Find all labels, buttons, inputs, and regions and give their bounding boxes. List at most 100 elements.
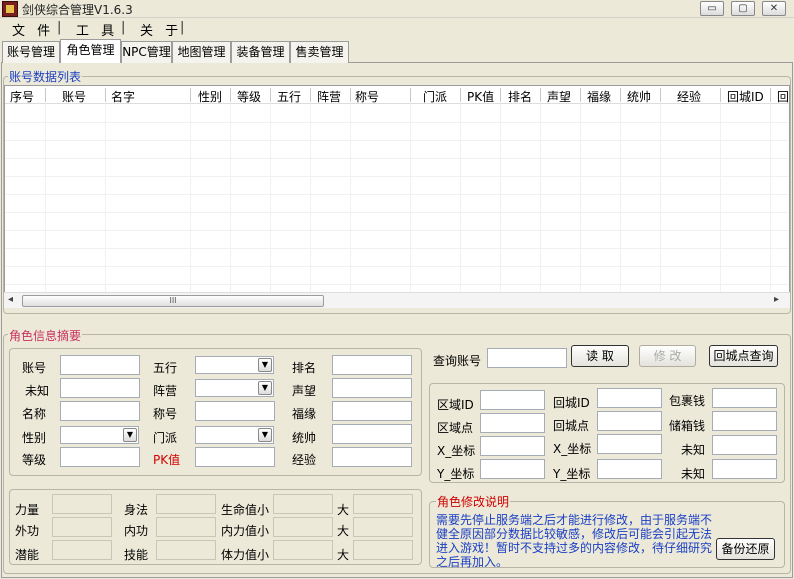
bag-money-field[interactable]: [712, 388, 777, 408]
gender-select[interactable]: ▼: [60, 426, 139, 444]
pk-value-field[interactable]: [195, 447, 275, 467]
reputation-field[interactable]: [332, 378, 412, 398]
mp-min-field[interactable]: [273, 517, 333, 537]
chevron-down-icon[interactable]: ▼: [258, 428, 272, 442]
column-divider[interactable]: [580, 88, 581, 102]
column-divider[interactable]: [620, 88, 621, 102]
tab-map-management[interactable]: 地图管理: [172, 41, 231, 63]
close-button[interactable]: ✕: [762, 1, 786, 16]
column-header[interactable]: 回: [777, 88, 789, 105]
column-divider[interactable]: [500, 88, 501, 102]
x-coordinate-field[interactable]: [480, 436, 545, 456]
nickname-field[interactable]: [195, 401, 275, 421]
scroll-right-arrow-icon[interactable]: ▸: [774, 294, 779, 305]
experience-field[interactable]: [332, 447, 412, 467]
potential-field[interactable]: [52, 540, 112, 560]
column-divider[interactable]: [105, 88, 106, 102]
menu-separator: |: [57, 20, 62, 35]
query-account-field[interactable]: [487, 348, 567, 368]
area-id-field[interactable]: [480, 390, 545, 410]
backup-restore-button[interactable]: 备份还原: [716, 538, 775, 560]
column-header[interactable]: 性别: [198, 88, 222, 105]
column-divider[interactable]: [190, 88, 191, 102]
hp-min-field[interactable]: [273, 494, 333, 514]
modify-button[interactable]: 修 改: [639, 345, 696, 367]
tab-account-management[interactable]: 账号管理: [2, 41, 60, 63]
column-header[interactable]: 账号: [62, 88, 86, 105]
column-header[interactable]: 统帅: [627, 88, 651, 105]
column-header[interactable]: 阵营: [317, 88, 341, 105]
menu-file[interactable]: 文 件: [12, 20, 54, 39]
horizontal-scrollbar[interactable]: ◂ III ▸: [4, 292, 790, 308]
column-header[interactable]: 五行: [277, 88, 301, 105]
leadership-field[interactable]: [332, 424, 412, 444]
column-header[interactable]: 回城ID: [727, 88, 764, 105]
y-coordinate-field[interactable]: [480, 459, 545, 479]
column-divider[interactable]: [350, 88, 351, 102]
column-divider[interactable]: [410, 88, 411, 102]
stamina-max-field[interactable]: [353, 540, 413, 560]
return-y-coordinate-field[interactable]: [597, 459, 662, 479]
level-field[interactable]: [60, 447, 140, 467]
camp-select[interactable]: ▼: [195, 379, 274, 397]
column-divider[interactable]: [660, 88, 661, 102]
column-header[interactable]: 声望: [547, 88, 571, 105]
external-skill-field[interactable]: [52, 517, 112, 537]
return-x-coordinate-field[interactable]: [597, 434, 662, 454]
column-divider[interactable]: [460, 88, 461, 102]
mp-max-field[interactable]: [353, 517, 413, 537]
column-divider[interactable]: [770, 88, 771, 102]
column-header[interactable]: 排名: [508, 88, 532, 105]
maximize-button[interactable]: ▢: [731, 1, 755, 16]
tab-equipment-management[interactable]: 装备管理: [231, 41, 290, 63]
column-header[interactable]: PK值: [467, 88, 494, 105]
tab-npc-management[interactable]: NPC管理: [121, 41, 172, 63]
read-button[interactable]: 读 取: [571, 345, 629, 367]
hp-max-field[interactable]: [353, 494, 413, 514]
five-elements-select[interactable]: ▼: [195, 356, 274, 374]
column-divider[interactable]: [270, 88, 271, 102]
column-header[interactable]: 经验: [677, 88, 701, 105]
storage-money-field[interactable]: [712, 411, 777, 431]
minimize-button[interactable]: ▭: [700, 1, 724, 16]
chevron-down-icon[interactable]: ▼: [258, 358, 272, 372]
tab-sales-management[interactable]: 售卖管理: [290, 41, 349, 63]
column-divider[interactable]: [720, 88, 721, 102]
column-header[interactable]: 等级: [237, 88, 261, 105]
fortune-field[interactable]: [332, 401, 412, 421]
column-header[interactable]: 称号: [355, 88, 379, 105]
name-field[interactable]: [60, 401, 140, 421]
chevron-down-icon[interactable]: ▼: [123, 428, 137, 442]
account-data-table[interactable]: 序号 账号 名字 性别 等级 五行 阵营 称号 门派 PK值 排名 声望 福缘 …: [4, 85, 790, 306]
menu-tools[interactable]: 工 具: [76, 20, 118, 39]
unknown-2-field[interactable]: [712, 435, 777, 455]
city-point-query-button[interactable]: 回城点查询: [709, 345, 778, 367]
column-header[interactable]: 名字: [111, 88, 135, 105]
column-header[interactable]: 门派: [423, 88, 447, 105]
strength-field[interactable]: [52, 494, 112, 514]
internal-skill-field[interactable]: [156, 517, 216, 537]
unknown-3-field[interactable]: [712, 459, 777, 479]
agility-field[interactable]: [156, 494, 216, 514]
return-city-point-field[interactable]: [597, 411, 662, 431]
rank-field[interactable]: [332, 355, 412, 375]
column-divider[interactable]: [310, 88, 311, 102]
column-header[interactable]: 序号: [10, 88, 34, 105]
column-header[interactable]: 福缘: [587, 88, 611, 105]
scroll-left-arrow-icon[interactable]: ◂: [8, 294, 13, 305]
skill-field[interactable]: [156, 540, 216, 560]
unknown-field[interactable]: [60, 378, 140, 398]
area-point-field[interactable]: [480, 413, 545, 433]
chevron-down-icon[interactable]: ▼: [258, 381, 272, 395]
column-divider[interactable]: [540, 88, 541, 102]
scroll-thumb[interactable]: III: [22, 295, 324, 307]
sect-select[interactable]: ▼: [195, 426, 274, 444]
stamina-min-field[interactable]: [273, 540, 333, 560]
column-divider[interactable]: [230, 88, 231, 102]
grid-line: [350, 104, 351, 304]
return-city-id-field[interactable]: [597, 388, 662, 408]
column-divider[interactable]: [45, 88, 46, 102]
tab-role-management[interactable]: 角色管理: [60, 39, 121, 63]
menu-about[interactable]: 关 于: [140, 20, 182, 39]
account-field[interactable]: [60, 355, 140, 375]
